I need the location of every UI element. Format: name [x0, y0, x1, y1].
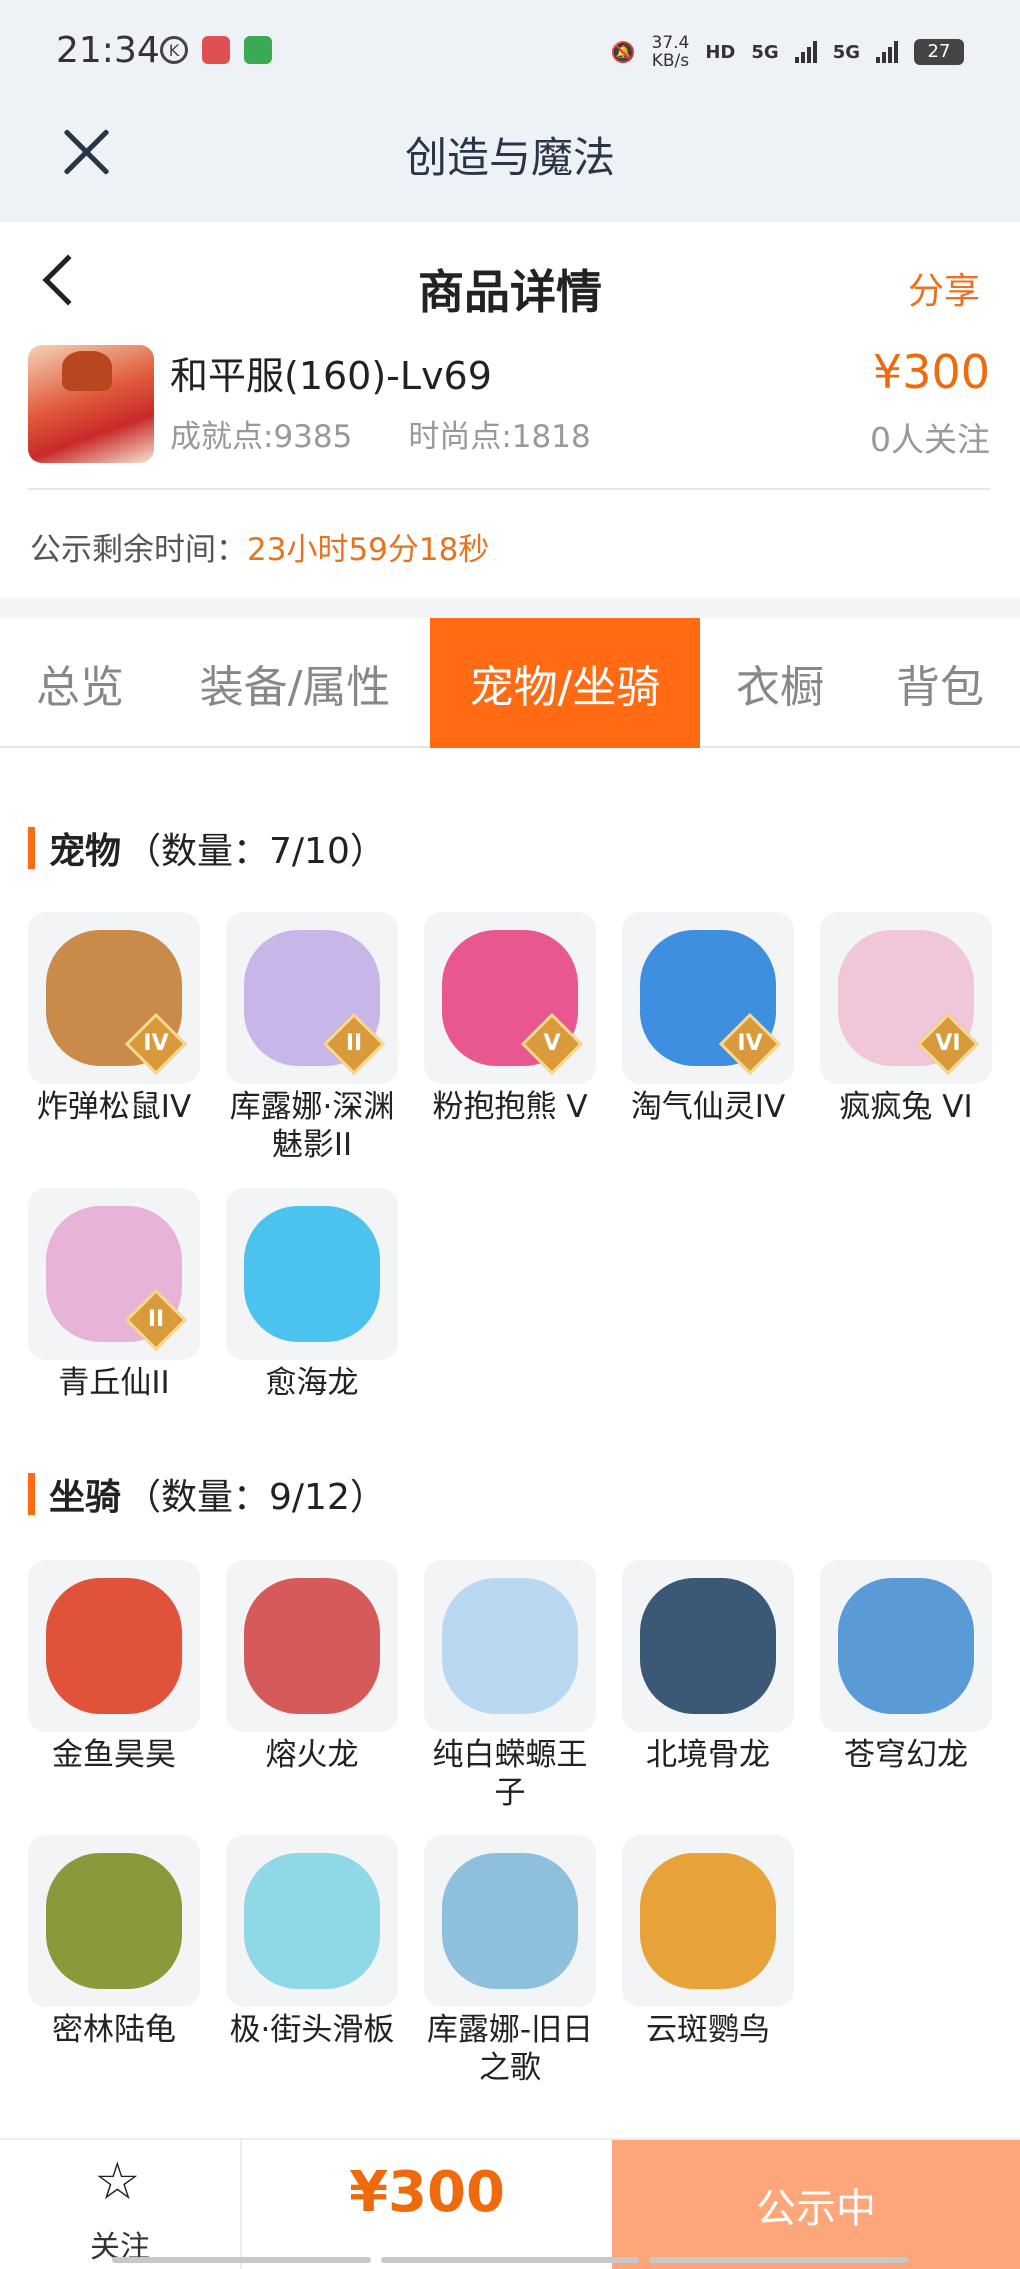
kuluna-mount-image [442, 1853, 578, 1989]
pet-item[interactable]: 愈海龙 [224, 1188, 400, 1402]
pet-item[interactable]: IV 炸弹松鼠IV [26, 912, 202, 1126]
salamander-mount-image [442, 1578, 578, 1714]
k-app-icon: K [160, 36, 188, 64]
goldfish-mount-image [46, 1578, 182, 1714]
tab-bar: 总览 装备/属性 宠物/坐骑 衣橱 背包 [0, 618, 1020, 748]
pet-item[interactable]: IV 淘气仙灵IV [620, 912, 796, 1126]
tab-backpack[interactable]: 背包 [870, 618, 1010, 748]
signal-5g-icon-2: 5G [832, 41, 860, 63]
skateboard-mount-image [244, 1853, 380, 1989]
product-summary: 和平服(160)-Lv69 成就点:9385 时尚点:1818 ¥300 0人关… [0, 345, 1020, 465]
gesture-bar [112, 2257, 909, 2263]
product-price: ¥300 [872, 345, 990, 399]
mount-item[interactable]: 极·街头滑板 [224, 1835, 400, 2049]
status-bar: 21:34 K 🔕 37.4 KB/s HD 5G 5G 27 [0, 0, 1020, 100]
mount-item[interactable]: 北境骨龙 [620, 1560, 796, 1774]
product-name: 和平服(160)-Lv69 [170, 354, 492, 398]
pet-item[interactable]: V 粉抱抱熊 V [422, 912, 598, 1126]
parrot-mount-image [640, 1853, 776, 1989]
section-separator [0, 598, 1020, 618]
battery-icon: 27 [914, 39, 964, 65]
hd-icon: HD [705, 41, 736, 63]
star-icon: ☆ [94, 2152, 141, 2212]
mount-item[interactable]: 密林陆龟 [26, 1835, 202, 2049]
mount-item[interactable]: 金鱼昊昊 [26, 1560, 202, 1774]
signal-bars-icon [794, 41, 817, 63]
turtle-mount-image [46, 1853, 182, 1989]
pets-section-title: 宠物 （数量：7/10） [28, 822, 386, 874]
tab-overview[interactable]: 总览 [0, 618, 160, 748]
mount-item[interactable]: 库露娜-旧日之歌 [422, 1835, 598, 2087]
app-bar: 创造与魔法 [0, 100, 1020, 222]
signal-bars-icon-2 [876, 41, 898, 63]
status-time: 21:34 [56, 30, 160, 71]
map-pin-icon [202, 36, 230, 64]
achievement-points: 成就点:9385 [170, 419, 353, 455]
pet-item[interactable]: II 青丘仙II [26, 1188, 202, 1402]
publicity-status-button[interactable]: 公示中 [612, 2140, 1020, 2269]
mount-item[interactable]: 苍穹幻龙 [818, 1560, 994, 1774]
bone-dragon-mount-image [640, 1578, 776, 1714]
pet-item[interactable]: II 库露娜·深渊魅影II [224, 912, 400, 1164]
notice-time-value: 23小时59分18秒 [247, 532, 490, 568]
tab-equipment[interactable]: 装备/属性 [180, 618, 410, 748]
mount-item[interactable]: 熔火龙 [224, 1560, 400, 1774]
share-button[interactable]: 分享 [908, 262, 980, 314]
mute-bell-icon: 🔕 [610, 40, 636, 64]
signal-5g-icon: 5G [751, 41, 779, 63]
sea-dragon-pet-image [244, 1206, 380, 1342]
network-speed: 37.4 KB/s [651, 33, 690, 71]
page-header: 商品详情 分享 [0, 222, 1020, 350]
character-avatar [28, 345, 154, 463]
mount-item[interactable]: 纯白蝾螈王子 [422, 1560, 598, 1812]
page-title: 商品详情 [418, 265, 602, 319]
pet-item[interactable]: VI 疯疯兔 VI [818, 912, 994, 1126]
fire-dragon-mount-image [244, 1578, 380, 1714]
bottom-price: ¥300 [349, 2160, 505, 2225]
divider [28, 488, 990, 490]
game-app-icon [244, 36, 272, 64]
mounts-section-title: 坐骑 （数量：9/12） [28, 1468, 386, 1520]
app-title: 创造与魔法 [404, 133, 615, 182]
tab-wardrobe[interactable]: 衣橱 [720, 618, 840, 748]
fashion-points: 时尚点:1818 [408, 419, 591, 455]
sky-dragon-mount-image [838, 1578, 974, 1714]
follow-count: 0人关注 [870, 420, 990, 459]
notice-timer: 公示剩余时间：23小时59分18秒 [30, 532, 490, 568]
mount-item[interactable]: 云斑鹦鸟 [620, 1835, 796, 2049]
follow-button[interactable]: ☆ 关注 [0, 2140, 242, 2269]
tab-pets-mounts[interactable]: 宠物/坐骑 [430, 618, 700, 748]
bottom-bar: ☆ 关注 ¥300 公示中 [0, 2138, 1020, 2269]
